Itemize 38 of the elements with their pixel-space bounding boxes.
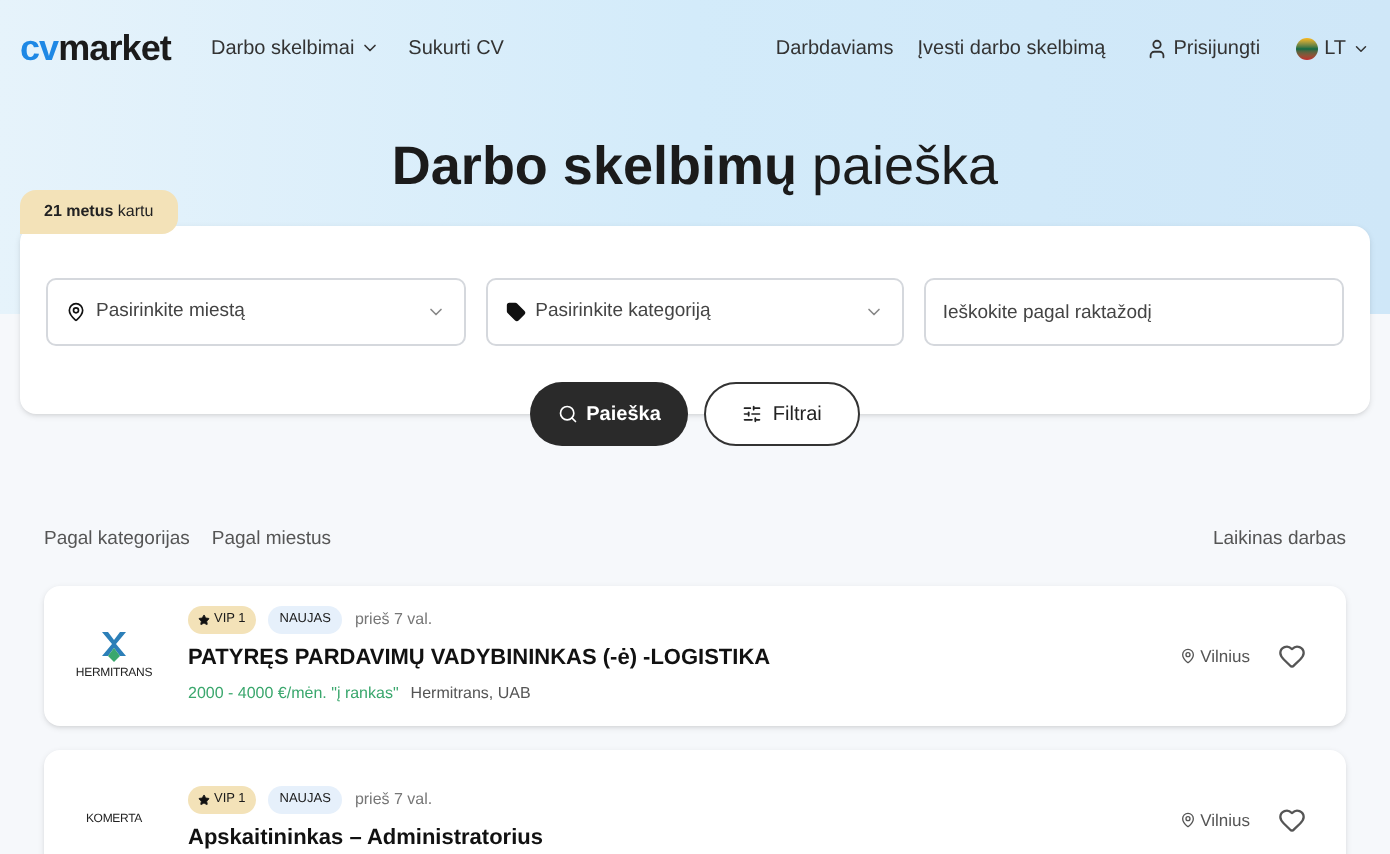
nav-link[interactable]: Įvesti darbo skelbimą xyxy=(917,33,1106,63)
nav-link[interactable]: Darbo skelbimai xyxy=(210,33,381,63)
pin-icon xyxy=(66,302,86,322)
login-link[interactable]: Prisijungti xyxy=(1145,33,1261,63)
category-link[interactable]: Pagal miestus xyxy=(211,526,332,555)
favorite-icon[interactable] xyxy=(1278,806,1306,835)
city-select[interactable]: Pasirinkite miestą xyxy=(46,278,466,346)
favorite-icon[interactable] xyxy=(1278,642,1306,671)
salary: 2000 - 4000 €/mėn. "į rankas" xyxy=(188,682,399,707)
category-link[interactable]: Pagal kategorijas xyxy=(44,526,190,555)
page-title: Darbo skelbimų paieška xyxy=(389,140,1001,194)
star-icon xyxy=(198,794,210,806)
search-icon xyxy=(558,404,579,424)
badge: 21 metus kartu xyxy=(20,190,178,234)
category-select[interactable]: Pasirinkite kategoriją xyxy=(485,278,905,346)
logo[interactable]: cvmarket xyxy=(20,30,171,66)
filter-button[interactable]: Filtrai xyxy=(704,382,860,446)
keyword-field[interactable]: Ieškokite pagal raktažodį xyxy=(924,278,1344,346)
job-city: Vilnius xyxy=(1180,643,1250,670)
category-link[interactable]: Laikinas darbas xyxy=(1212,526,1346,555)
post-time: prieš 7 val. xyxy=(354,608,433,632)
pin-icon xyxy=(1180,648,1197,665)
post-time: prieš 7 val. xyxy=(354,788,433,812)
company-name: Hermitrans, UAB xyxy=(410,682,531,707)
job-title[interactable]: PATYRĘS PARDAVIMŲ VADYBININKAS (-ė) -LOGISTIKA xyxy=(188,641,1181,675)
sliders-icon xyxy=(742,404,763,424)
nav-link[interactable]: Sukurti CV xyxy=(408,33,504,63)
pin-icon xyxy=(1180,812,1197,829)
language-selector[interactable]: LT xyxy=(1296,33,1370,63)
star-icon xyxy=(198,614,210,626)
job-city: Vilnius xyxy=(1180,807,1250,834)
nav-link[interactable]: Darbdaviams xyxy=(775,33,894,63)
flag-icon xyxy=(1296,37,1319,59)
user-icon xyxy=(1145,37,1168,59)
logo-mark-icon xyxy=(100,629,128,662)
search-button[interactable]: Paieška xyxy=(530,382,689,446)
tag-icon xyxy=(505,302,526,322)
job-title[interactable]: Apskaitininkas – Administratorius xyxy=(188,821,1181,854)
